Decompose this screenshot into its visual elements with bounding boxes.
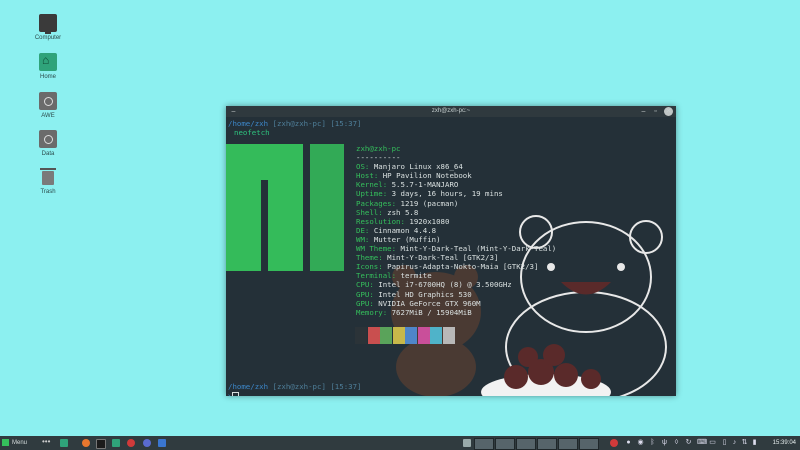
- info-row: Icons: Papirus-Adapta-Nokto-Maia [GTK2/3…: [356, 262, 539, 272]
- display-icon[interactable]: ▭: [709, 439, 716, 446]
- command-text: neofetch: [234, 128, 270, 137]
- prompt-time: [15:37]: [330, 382, 362, 391]
- desktop-icon-awe[interactable]: AWE: [28, 92, 68, 119]
- home-folder-icon: [39, 53, 57, 71]
- prompt-path: /home/zxh: [228, 382, 269, 391]
- color-swatch: [355, 327, 367, 344]
- maximize-icon[interactable]: ▫: [651, 107, 660, 116]
- prompt-host: [zxh@zxh-pc]: [272, 119, 326, 128]
- window-titlebar[interactable]: – zxh@zxh-pc:~ ‒ ▫ ✕: [226, 106, 676, 117]
- prompt-host: [zxh@zxh-pc]: [272, 382, 326, 391]
- terminal-content[interactable]: /home/zxh [zxh@zxh-pc] [15:37] neofetch …: [226, 117, 676, 396]
- firefox-icon[interactable]: [82, 439, 90, 447]
- app-icon[interactable]: [143, 439, 151, 447]
- terminal-icon[interactable]: [96, 439, 106, 449]
- manjaro-menu-icon: [2, 438, 9, 446]
- info-row: WM Theme: Mint-Y-Dark-Teal (Mint-Y-Dark-…: [356, 244, 557, 254]
- computer-icon: [39, 14, 57, 34]
- window-menu-icon[interactable]: –: [229, 107, 238, 116]
- color-swatch: [380, 327, 392, 344]
- bluetooth-icon[interactable]: ᛒ: [649, 439, 656, 446]
- workspace-slot[interactable]: [474, 438, 494, 450]
- prompt-arrow-icon: ›: [227, 391, 232, 396]
- info-row: Theme: Mint-Y-Dark-Teal [GTK2/3]: [356, 253, 499, 263]
- prompt-time: [15:37]: [330, 119, 362, 128]
- drive-icon: [39, 130, 57, 148]
- info-row: WM: Mutter (Muffin): [356, 234, 441, 244]
- info-row: Kernel: 5.5.7-1-MANJARO: [356, 180, 459, 190]
- keyboard-icon[interactable]: ⌨: [697, 439, 707, 446]
- color-swatch: [392, 327, 405, 344]
- info-row: Uptime: 3 days, 16 hours, 19 mins: [356, 189, 503, 199]
- prompt-line-2: /home/zxh [zxh@zxh-pc] [15:37]: [228, 382, 362, 391]
- workspace-slot[interactable]: [495, 438, 515, 450]
- manjaro-logo-icon: [226, 144, 344, 271]
- info-row: CPU: Intel i7-6700HQ (8) @ 3.500GHz: [356, 280, 512, 290]
- color-swatch: [405, 327, 417, 344]
- desktop-icon-label: AWE: [41, 113, 55, 119]
- battery-icon[interactable]: ▮: [751, 439, 758, 446]
- usb-icon[interactable]: ψ: [661, 439, 668, 446]
- drive-icon: [39, 92, 57, 110]
- menu-button[interactable]: Menu: [2, 438, 36, 448]
- info-row: Packages: 1219 (pacman): [356, 198, 459, 208]
- netease-music-icon[interactable]: [127, 439, 135, 447]
- update-icon[interactable]: ↻: [685, 439, 692, 446]
- desktop-icon-computer[interactable]: Computer: [28, 14, 68, 41]
- trash-icon: [39, 168, 57, 186]
- window-title: zxh@zxh-pc:~: [431, 108, 471, 114]
- workspace-slot[interactable]: [537, 438, 557, 450]
- neofetch-info: zxh@zxh-pc ---------- OS: Manjaro Linux …: [356, 144, 556, 317]
- info-row: Terminal: termite: [356, 271, 432, 281]
- color-swatch: [430, 327, 442, 344]
- info-row: Resolution: 1920x1080: [356, 216, 450, 226]
- prompt-line: /home/zxh [zxh@zxh-pc] [15:37]: [228, 119, 362, 128]
- menu-label: Menu: [12, 440, 28, 446]
- desktop-icon-trash[interactable]: Trash: [28, 168, 68, 195]
- tray-applet-icon[interactable]: [463, 439, 471, 447]
- minimize-icon[interactable]: ‒: [639, 107, 648, 116]
- files-icon[interactable]: [60, 439, 68, 447]
- workspace-slot[interactable]: [579, 438, 599, 450]
- info-row: Memory: 7627MiB / 15904MiB: [356, 307, 472, 317]
- info-row: DE: Cinnamon 4.4.8: [356, 225, 437, 235]
- close-icon[interactable]: ✕: [664, 107, 673, 116]
- workspace-slot[interactable]: [558, 438, 578, 450]
- taskbar: Menu ••• ● ◉ ᛒ ψ ◊ ↻ ⌨ ▭ ▯ ♪ ⇅ ▮ 15:39:0…: [0, 436, 800, 450]
- info-row: GPU: Intel HD Graphics 530: [356, 289, 472, 299]
- workspace-slot[interactable]: [516, 438, 536, 450]
- color-swatch: [442, 327, 455, 344]
- tray-icon[interactable]: ◉: [637, 439, 644, 446]
- wps-icon[interactable]: [158, 439, 166, 447]
- info-row: GPU: NVIDIA GeForce GTX 960M: [356, 298, 481, 308]
- info-row: OS: Manjaro Linux x86_64: [356, 162, 463, 172]
- color-swatch: [417, 327, 430, 344]
- music-icon[interactable]: ♪: [731, 439, 738, 446]
- folder-icon[interactable]: [112, 439, 120, 447]
- user-host: zxh@zxh-pc: [356, 144, 401, 153]
- desktop-icon-label: Home: [39, 74, 56, 80]
- desktop-icon-label: Computer: [34, 35, 62, 41]
- shield-icon[interactable]: ◊: [673, 439, 680, 446]
- desktop-icon-data[interactable]: Data: [28, 130, 68, 157]
- terminal-window[interactable]: – zxh@zxh-pc:~ ‒ ▫ ✕ /home/zxh [zxh@zxh-…: [226, 106, 676, 396]
- desktop-icon-label: Trash: [40, 189, 56, 195]
- clock[interactable]: 15:39:04: [773, 438, 796, 448]
- desktop-icon-label: Data: [41, 151, 55, 157]
- separator-line: ----------: [356, 153, 401, 163]
- text-cursor: [232, 392, 239, 396]
- info-row: Shell: zsh 5.8: [356, 207, 419, 217]
- desktop-icon-home[interactable]: Home: [28, 53, 68, 80]
- prompt-path: /home/zxh: [228, 119, 269, 128]
- network-icon[interactable]: ⇅: [741, 439, 748, 446]
- show-desktop-icon[interactable]: •••: [42, 438, 52, 447]
- tray-icon[interactable]: ●: [625, 439, 632, 446]
- info-row: Host: HP Pavilion Notebook: [356, 171, 472, 181]
- drive-tray-icon[interactable]: ▯: [721, 439, 728, 446]
- netease-tray-icon[interactable]: [610, 439, 618, 447]
- color-swatch: [367, 327, 380, 344]
